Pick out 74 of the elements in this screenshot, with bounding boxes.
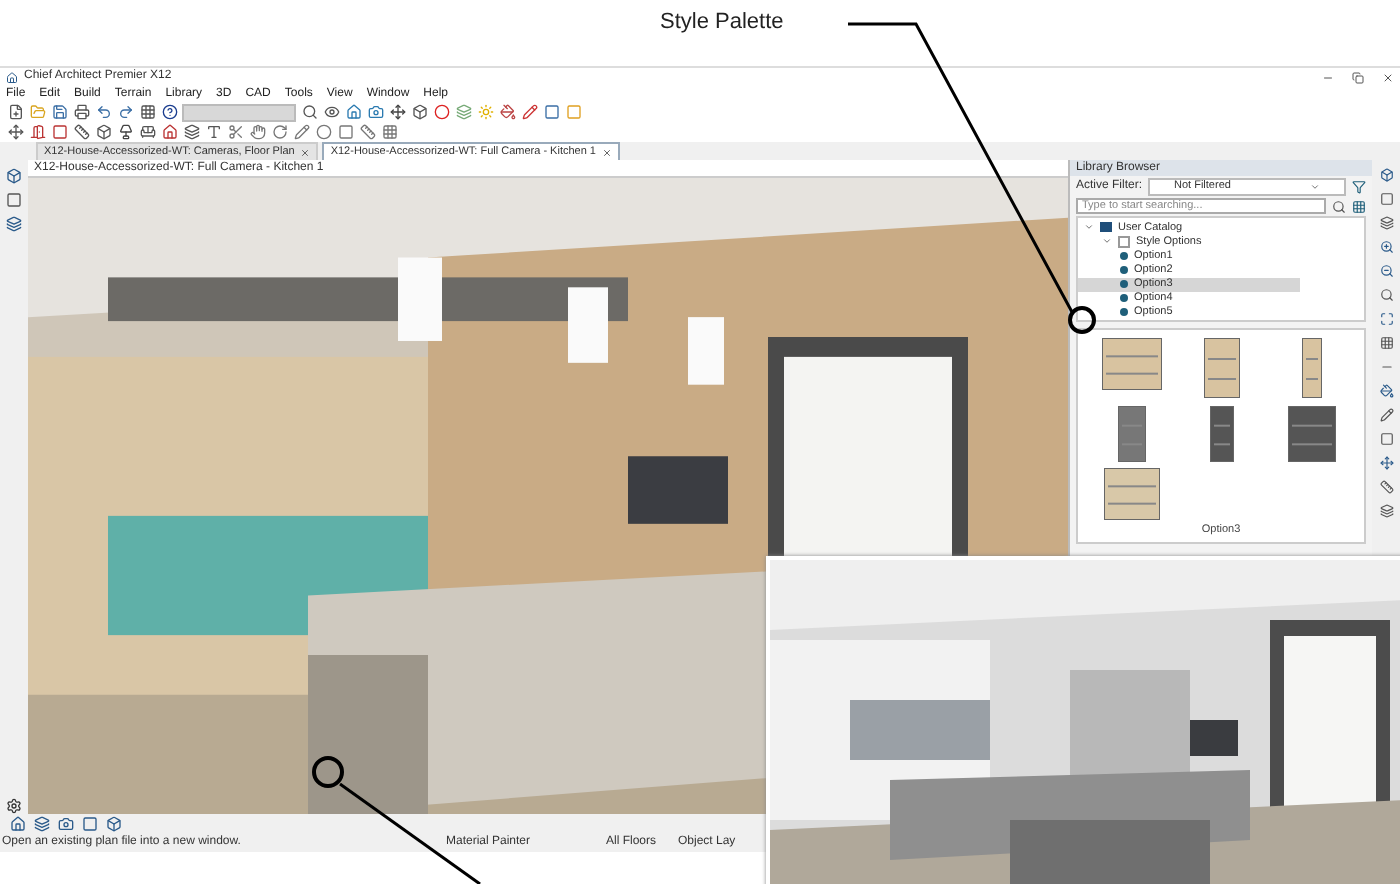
zoom-out-icon[interactable] <box>1377 262 1395 280</box>
square-icon[interactable] <box>5 190 23 208</box>
close-icon[interactable] <box>1382 71 1394 83</box>
sofa-icon[interactable] <box>138 123 156 141</box>
cabinet-thumbnail[interactable] <box>1203 338 1239 398</box>
square-icon[interactable] <box>80 815 98 833</box>
dot-icon <box>1120 251 1128 260</box>
house-icon[interactable] <box>344 103 362 121</box>
filter-icon[interactable] <box>1352 179 1366 193</box>
restore-icon[interactable] <box>1352 71 1364 83</box>
paint-bucket-icon[interactable] <box>498 103 516 121</box>
camera-icon[interactable] <box>366 103 384 121</box>
box-icon[interactable] <box>104 815 122 833</box>
hand-icon[interactable] <box>248 123 266 141</box>
grid-icon[interactable] <box>1352 199 1366 213</box>
eye-icon[interactable] <box>322 103 340 121</box>
grid-icon[interactable] <box>380 123 398 141</box>
text-icon[interactable] <box>204 123 222 141</box>
pencil-icon[interactable] <box>1377 406 1395 424</box>
settings-icon[interactable] <box>5 796 23 814</box>
layers-icon[interactable] <box>454 103 472 121</box>
pencil-icon[interactable] <box>292 123 310 141</box>
cube-icon[interactable] <box>5 166 23 184</box>
new-file-icon[interactable] <box>6 103 24 121</box>
rotate-icon[interactable] <box>270 123 288 141</box>
dot-icon <box>1120 280 1128 289</box>
dot-icon <box>1120 265 1128 274</box>
lamp-icon[interactable] <box>116 123 134 141</box>
circle-icon[interactable] <box>314 123 332 141</box>
move-icon[interactable] <box>388 103 406 121</box>
dropdown-field[interactable] <box>182 103 296 121</box>
ruler-icon[interactable] <box>1377 478 1395 496</box>
printer-icon[interactable] <box>72 103 90 121</box>
house-icon[interactable] <box>8 815 26 833</box>
cabinet-thumbnail[interactable] <box>1209 405 1233 462</box>
search-icon[interactable] <box>1332 199 1346 213</box>
cabinet-thumbnail[interactable] <box>1117 405 1145 462</box>
paint-bucket-icon[interactable] <box>1377 382 1395 400</box>
cabinet-thumbnail[interactable] <box>1101 338 1161 390</box>
camera-icon[interactable] <box>56 815 74 833</box>
square-icon[interactable] <box>542 103 560 121</box>
help-icon[interactable] <box>160 103 178 121</box>
layers-icon[interactable] <box>1377 502 1395 520</box>
fit-icon[interactable] <box>1377 310 1395 328</box>
cabinet-thumbnail[interactable] <box>1301 338 1321 398</box>
search-icon[interactable] <box>1377 286 1395 304</box>
layers-icon[interactable] <box>32 815 50 833</box>
box-icon[interactable] <box>410 103 428 121</box>
undo-icon[interactable] <box>94 103 112 121</box>
square-icon[interactable] <box>1377 190 1395 208</box>
dot-icon <box>1120 294 1128 303</box>
ruler-icon[interactable] <box>72 123 90 141</box>
cabinet-thumbnail[interactable] <box>1103 468 1159 521</box>
checkbox-icon <box>1118 235 1130 248</box>
move-icon[interactable] <box>1377 454 1395 472</box>
grid-icon[interactable] <box>138 103 156 121</box>
cabinet-thumbnail[interactable] <box>1287 405 1335 462</box>
grid-icon[interactable] <box>1377 334 1395 352</box>
layers-icon[interactable] <box>5 214 23 232</box>
square-icon[interactable] <box>1377 430 1395 448</box>
app-icon <box>6 71 18 83</box>
save-icon[interactable] <box>50 103 68 121</box>
redo-icon[interactable] <box>116 103 134 121</box>
caret-icon <box>1310 181 1320 191</box>
door-icon[interactable] <box>28 123 46 141</box>
scissors-icon[interactable] <box>226 123 244 141</box>
callout-label: Style Palette <box>660 10 784 34</box>
dot-icon <box>1120 308 1128 317</box>
layers-icon[interactable] <box>1377 214 1395 232</box>
search-icon[interactable] <box>300 103 318 121</box>
zoom-in-icon[interactable] <box>1377 238 1395 256</box>
folder-icon <box>1100 222 1112 233</box>
record-icon[interactable] <box>432 103 450 121</box>
pencil-icon[interactable] <box>520 103 538 121</box>
